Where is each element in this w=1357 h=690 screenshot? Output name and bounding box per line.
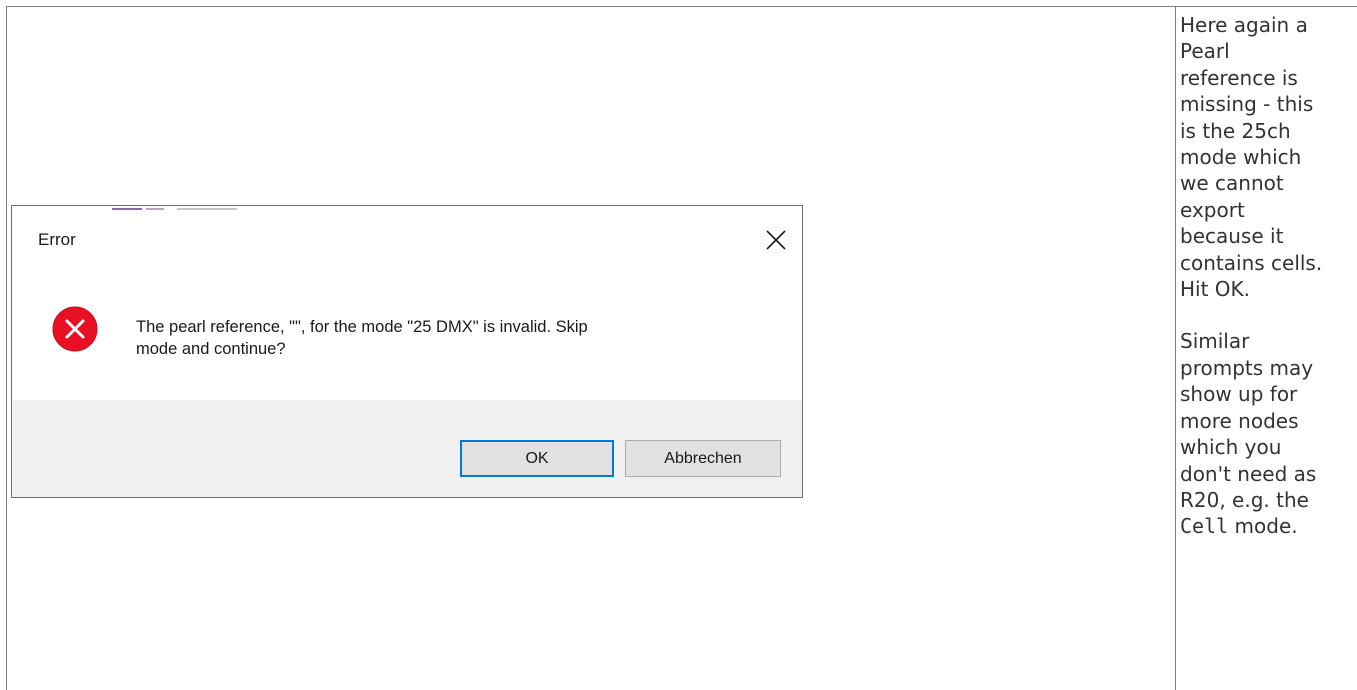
notes-line: Similar — [1180, 329, 1250, 354]
notes-line: is the 25ch — [1180, 118, 1291, 143]
ok-button[interactable]: OK — [460, 440, 614, 477]
notes-line: Here again a — [1180, 13, 1308, 37]
notes-line: we cannot — [1180, 171, 1284, 196]
notes-line: more nodes — [1180, 408, 1299, 433]
dialog-title: Error — [38, 230, 76, 249]
notes-cell: Here again a Pearl reference is missing … — [1180, 12, 1357, 540]
notes-paragraph: Here again a Pearl reference is missing … — [1180, 12, 1357, 302]
notes-line: prompts may — [1180, 355, 1314, 380]
notes-line: mode. — [1228, 514, 1298, 539]
inline-code: Cell — [1180, 514, 1229, 539]
notes-line: missing - this — [1180, 92, 1314, 117]
notes-line: show up for — [1180, 382, 1298, 407]
close-icon — [766, 230, 786, 250]
notes-line: export — [1180, 197, 1245, 222]
notes-line: R20, e.g. the — [1180, 487, 1309, 512]
dialog-message: The pearl reference, "", for the mode "2… — [136, 316, 756, 360]
notes-line: Pearl — [1180, 39, 1230, 64]
cancel-button[interactable]: Abbrechen — [625, 440, 781, 477]
notes-line: Hit OK. — [1180, 277, 1251, 302]
notes-line: which you — [1180, 435, 1282, 460]
message-line: mode and continue? — [136, 340, 286, 358]
background-artifact — [112, 208, 142, 210]
error-dialog: Error The pearl reference, "", for the m… — [11, 205, 803, 498]
screenshot-image: Error The pearl reference, "", for the m… — [11, 205, 803, 502]
notes-line: reference is — [1180, 65, 1298, 90]
notes-line: don't need as — [1180, 461, 1317, 486]
message-line: The pearl reference, "", for the mode "2… — [136, 318, 588, 336]
close-button[interactable] — [756, 220, 796, 260]
background-artifact — [146, 208, 164, 210]
dialog-footer: OK Abbrechen — [12, 400, 802, 497]
notes-line: contains cells. — [1180, 250, 1323, 275]
notes-paragraph: Similar prompts may show up for more nod… — [1180, 328, 1357, 539]
notes-line: because it — [1180, 224, 1284, 249]
page: Error The pearl reference, "", for the m… — [0, 0, 1357, 690]
background-artifact — [177, 208, 237, 210]
notes-line: mode which — [1180, 145, 1302, 170]
error-icon — [52, 306, 98, 352]
